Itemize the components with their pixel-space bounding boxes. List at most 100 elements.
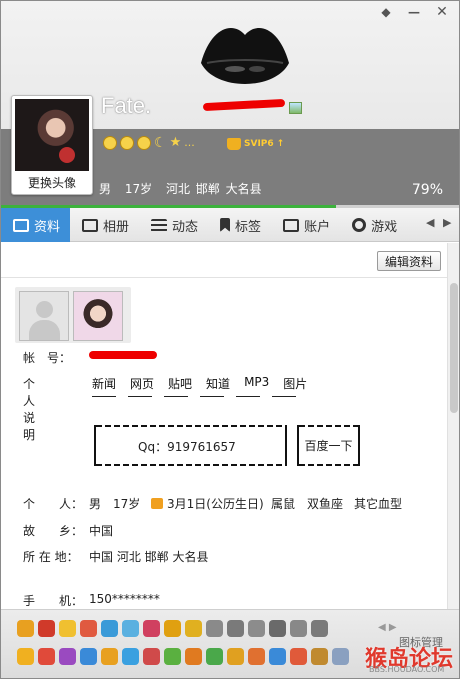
avatar-photo <box>15 99 89 171</box>
photo-thumbnail[interactable] <box>73 291 123 341</box>
feed-icon <box>151 218 168 232</box>
svip-badge[interactable]: SVIP6 ↑ <box>227 138 284 150</box>
row2-service-icon[interactable] <box>80 648 97 665</box>
basic-info: 男 17岁 河北 邯郸 大名县 <box>99 180 270 197</box>
sun-icon <box>103 135 117 150</box>
icon-row-1 <box>17 620 328 637</box>
sun-icon <box>120 135 134 150</box>
account-icon <box>283 218 300 232</box>
close-button[interactable]: ✕ <box>431 3 453 21</box>
row1-service-icon[interactable] <box>227 620 244 637</box>
row2-service-icon[interactable] <box>59 648 76 665</box>
row2-service-icon[interactable] <box>122 648 139 665</box>
profile-window: ◆ — ✕ Fate. 更换头像 ☾ ★ ... SVIP6 ↑ 男 17岁 河… <box>0 0 460 679</box>
tab-profile[interactable]: 资料 <box>1 208 71 242</box>
scrollbar-thumb[interactable] <box>450 283 458 413</box>
account-label: 帐 号： <box>23 351 72 365</box>
tab-prev-button[interactable]: ◀ <box>426 216 434 229</box>
link-web[interactable]: 网页 <box>130 375 154 395</box>
zodiac-animal: 属鼠 <box>271 497 296 511</box>
personal-age: 17岁 <box>113 497 141 511</box>
icon-row-2 <box>17 648 349 665</box>
up-arrow-icon: ↑ <box>276 139 285 149</box>
row1-service-icon[interactable] <box>143 620 160 637</box>
link-images[interactable]: 图片 <box>283 375 307 395</box>
row2-service-icon[interactable] <box>101 648 118 665</box>
lips-cover-image <box>201 28 289 84</box>
row2-service-icon[interactable] <box>143 648 160 665</box>
row1-service-icon[interactable] <box>290 620 307 637</box>
row2-service-icon[interactable] <box>311 648 328 665</box>
row2-service-icon[interactable] <box>206 648 223 665</box>
tab-games[interactable]: 游戏 <box>340 208 407 242</box>
location: 河北 邯郸 大名县 <box>165 182 262 196</box>
username: Fate. <box>101 93 152 118</box>
row1-service-icon[interactable] <box>80 620 97 637</box>
row2-service-icon[interactable] <box>248 648 265 665</box>
row1-service-icon[interactable] <box>311 620 328 637</box>
album-icon <box>82 218 99 232</box>
gender: 男 <box>99 182 112 196</box>
intro-links: 新闻 网页 贴吧 知道 MP3 图片 <box>92 375 321 395</box>
row2-service-icon[interactable] <box>290 648 307 665</box>
edit-profile-button[interactable]: 编辑资料 <box>377 251 441 271</box>
icon-pager[interactable]: ◀ ▶ <box>378 622 397 633</box>
row2-service-icon[interactable] <box>269 648 286 665</box>
account-redaction <box>89 351 157 359</box>
phone-label: 手 机： <box>23 594 84 608</box>
moon-icon: ☾ <box>154 134 167 151</box>
row1-service-icon[interactable] <box>38 620 55 637</box>
row2-service-icon[interactable] <box>164 648 181 665</box>
star-icon: ★ <box>169 135 182 150</box>
phone-value: 150******** <box>89 592 160 606</box>
level-icons: ☾ ★ ... <box>103 135 195 150</box>
tag-icon <box>220 218 231 232</box>
row1-service-icon[interactable] <box>206 620 223 637</box>
intro-label: 个人说明 <box>23 377 36 442</box>
row1-service-icon[interactable] <box>248 620 265 637</box>
row2-service-icon[interactable] <box>17 648 34 665</box>
link-zhidao[interactable]: 知道 <box>206 375 230 395</box>
row1-service-icon[interactable] <box>185 620 202 637</box>
row1-service-icon[interactable] <box>101 620 118 637</box>
row1-service-icon[interactable] <box>164 620 181 637</box>
search-input[interactable]: Qq：919761657 <box>94 425 287 466</box>
tab-tags[interactable]: 标签 <box>208 208 271 242</box>
tab-bar: 资料 相册 动态 标签 账户 游戏 <box>1 208 459 242</box>
redaction-mark <box>202 98 286 112</box>
search-button[interactable]: 百度一下 <box>297 425 360 466</box>
blood-type: 其它血型 <box>354 497 403 511</box>
hometown-value: 中国 <box>89 524 114 538</box>
link-tieba[interactable]: 贴吧 <box>168 375 192 395</box>
row2-service-icon[interactable] <box>332 648 349 665</box>
tab-album[interactable]: 相册 <box>70 208 139 242</box>
game-icon <box>352 218 367 232</box>
avatar[interactable]: 更换头像 <box>11 95 93 195</box>
profile-content: 编辑资料 帐 号： 个人说明 新闻 网页 贴吧 知道 MP3 图片 Qq：919… <box>1 243 447 609</box>
row1-service-icon[interactable] <box>122 620 139 637</box>
row2-service-icon[interactable] <box>227 648 244 665</box>
row2-service-icon[interactable] <box>185 648 202 665</box>
row1-service-icon[interactable] <box>59 620 76 637</box>
picture-icon[interactable] <box>289 102 302 114</box>
tab-account[interactable]: 账户 <box>271 208 340 242</box>
row2-service-icon[interactable] <box>38 648 55 665</box>
change-avatar-button[interactable]: 更换头像 <box>12 174 92 191</box>
personal-label: 个 人： <box>23 497 84 511</box>
row1-service-icon[interactable] <box>17 620 34 637</box>
link-underlines <box>92 396 308 397</box>
tab-next-button[interactable]: ▶ <box>443 216 451 229</box>
empty-photo-placeholder[interactable] <box>19 291 69 341</box>
minimize-button[interactable]: — <box>403 3 425 21</box>
skin-icon[interactable]: ◆ <box>375 3 397 21</box>
link-mp3[interactable]: MP3 <box>244 375 269 395</box>
personal-gender: 男 <box>89 497 102 511</box>
row1-service-icon[interactable] <box>269 620 286 637</box>
scrollbar[interactable] <box>447 243 459 609</box>
completeness-percent: 79% <box>411 182 443 198</box>
svip-label: SVIP6 <box>244 139 274 149</box>
link-news[interactable]: 新闻 <box>92 375 116 395</box>
more-level-icon: ... <box>184 136 195 149</box>
tab-feed[interactable]: 动态 <box>139 208 208 242</box>
watermark-url: BBS.HOUDAO.COM <box>369 665 445 674</box>
